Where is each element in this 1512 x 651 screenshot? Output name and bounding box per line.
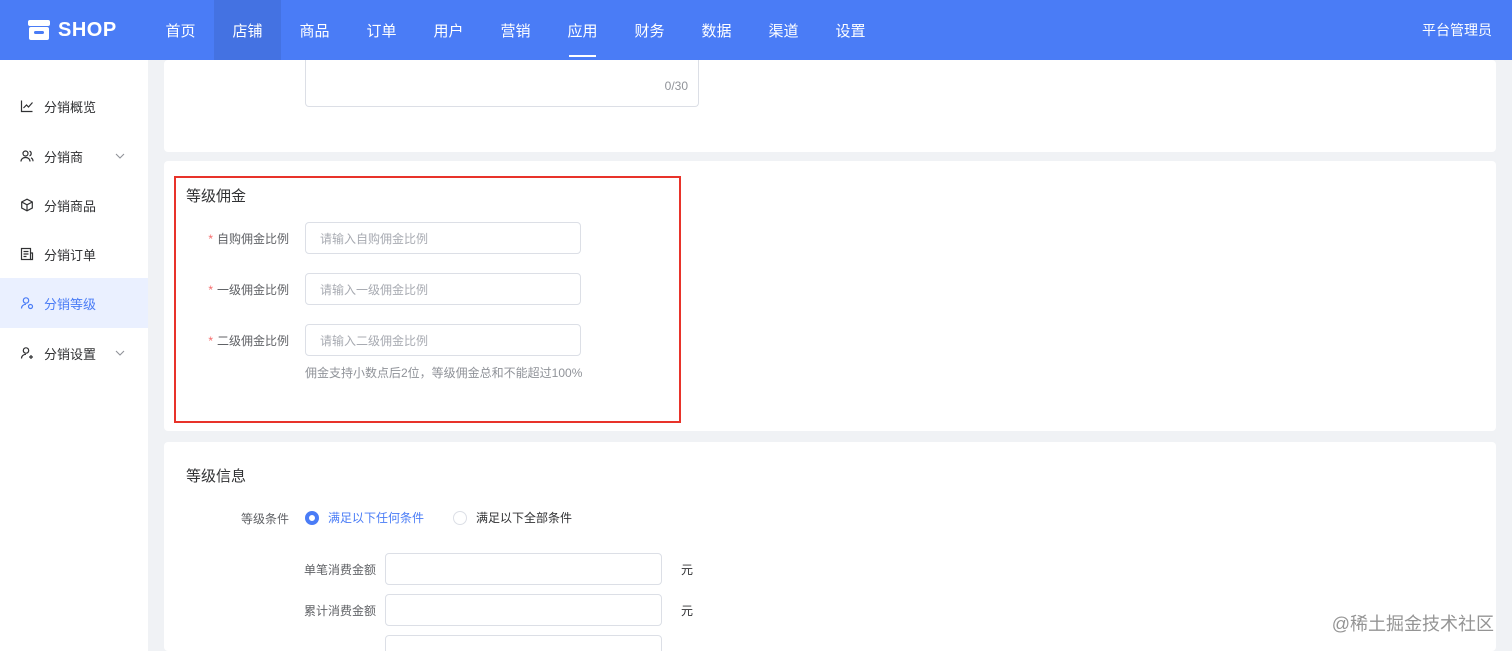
nav-item-finance[interactable]: 财务 xyxy=(616,0,683,60)
radio-dot xyxy=(305,510,319,525)
nav-item-home[interactable]: 首页 xyxy=(147,0,214,60)
sidebar-item-label: 分销订单 xyxy=(44,247,97,263)
highlight-annotation-box xyxy=(174,176,681,423)
sidebar-item-label: 分销概览 xyxy=(44,99,97,115)
section-title: 等级信息 xyxy=(186,468,247,485)
level-info-card: 等级信息 等级条件 满足以下任何条件 满足以下全部条件 单笔消费金额 元 累计消… xyxy=(164,442,1496,651)
main-nav: 首页 店铺 商品 订单 用户 营销 应用 财务 数据 渠道 设置 xyxy=(147,0,884,60)
description-textarea[interactable]: 0/30 xyxy=(305,60,699,107)
shop-icon xyxy=(26,17,52,43)
nav-item-users[interactable]: 用户 xyxy=(415,0,482,60)
sidebar-item-levels[interactable]: 分销等级 xyxy=(0,278,148,328)
top-navbar: SHOP 首页 店铺 商品 订单 用户 营销 应用 财务 数据 渠道 设置 平台… xyxy=(0,0,1512,60)
next-condition-input[interactable] xyxy=(385,635,662,651)
nav-item-marketing[interactable]: 营销 xyxy=(482,0,549,60)
nav-item-products[interactable]: 商品 xyxy=(281,0,348,60)
receipt-icon xyxy=(20,247,34,261)
basic-info-card: 0/30 xyxy=(164,60,1496,152)
sidebar-item-label: 分销等级 xyxy=(44,296,97,312)
chevron-down-icon xyxy=(114,150,126,162)
radio-any-condition[interactable]: 满足以下任何条件 xyxy=(305,509,424,526)
admin-user-menu[interactable]: 平台管理员 xyxy=(1422,0,1492,60)
nav-item-orders[interactable]: 订单 xyxy=(348,0,415,60)
condition-label: 等级条件 xyxy=(240,512,289,526)
chart-line-icon xyxy=(20,99,34,113)
unit-label: 元 xyxy=(681,563,694,577)
sidebar-item-distributors[interactable]: 分销商 xyxy=(0,132,148,180)
sidebar: 分销概览 分销商 分销商品 分销订单 分销等级 分销设置 xyxy=(0,60,148,651)
nav-item-channels[interactable]: 渠道 xyxy=(750,0,817,60)
char-counter: 0/30 xyxy=(664,79,688,93)
radio-dot xyxy=(453,510,467,525)
nav-item-data[interactable]: 数据 xyxy=(683,0,750,60)
watermark: @稀土掘金技术社区 xyxy=(1331,614,1494,634)
sidebar-item-label: 分销设置 xyxy=(44,346,97,362)
sidebar-item-orders[interactable]: 分销订单 xyxy=(0,230,148,278)
sidebar-item-settings[interactable]: 分销设置 xyxy=(0,329,148,377)
users-icon xyxy=(20,149,34,163)
sidebar-item-products[interactable]: 分销商品 xyxy=(0,181,148,229)
sidebar-item-overview[interactable]: 分销概览 xyxy=(0,82,148,130)
nav-item-apps[interactable]: 应用 xyxy=(549,0,616,60)
total-spend-input[interactable] xyxy=(385,594,662,626)
user-settings-icon xyxy=(20,346,34,360)
sidebar-item-label: 分销商 xyxy=(44,149,84,165)
nav-item-store[interactable]: 店铺 xyxy=(214,0,281,60)
nav-item-settings[interactable]: 设置 xyxy=(817,0,884,60)
user-level-icon xyxy=(20,296,34,310)
single-spend-input[interactable] xyxy=(385,553,662,585)
brand-name: SHOP xyxy=(58,18,117,41)
radio-all-conditions[interactable]: 满足以下全部条件 xyxy=(453,509,572,526)
box-icon xyxy=(20,198,34,212)
chevron-down-icon xyxy=(114,347,126,359)
sidebar-item-label: 分销商品 xyxy=(44,198,97,214)
brand-logo[interactable]: SHOP xyxy=(26,15,117,45)
unit-label: 元 xyxy=(681,604,694,618)
total-spend-label: 累计消费金额 xyxy=(303,604,376,618)
single-spend-label: 单笔消费金额 xyxy=(303,563,376,577)
